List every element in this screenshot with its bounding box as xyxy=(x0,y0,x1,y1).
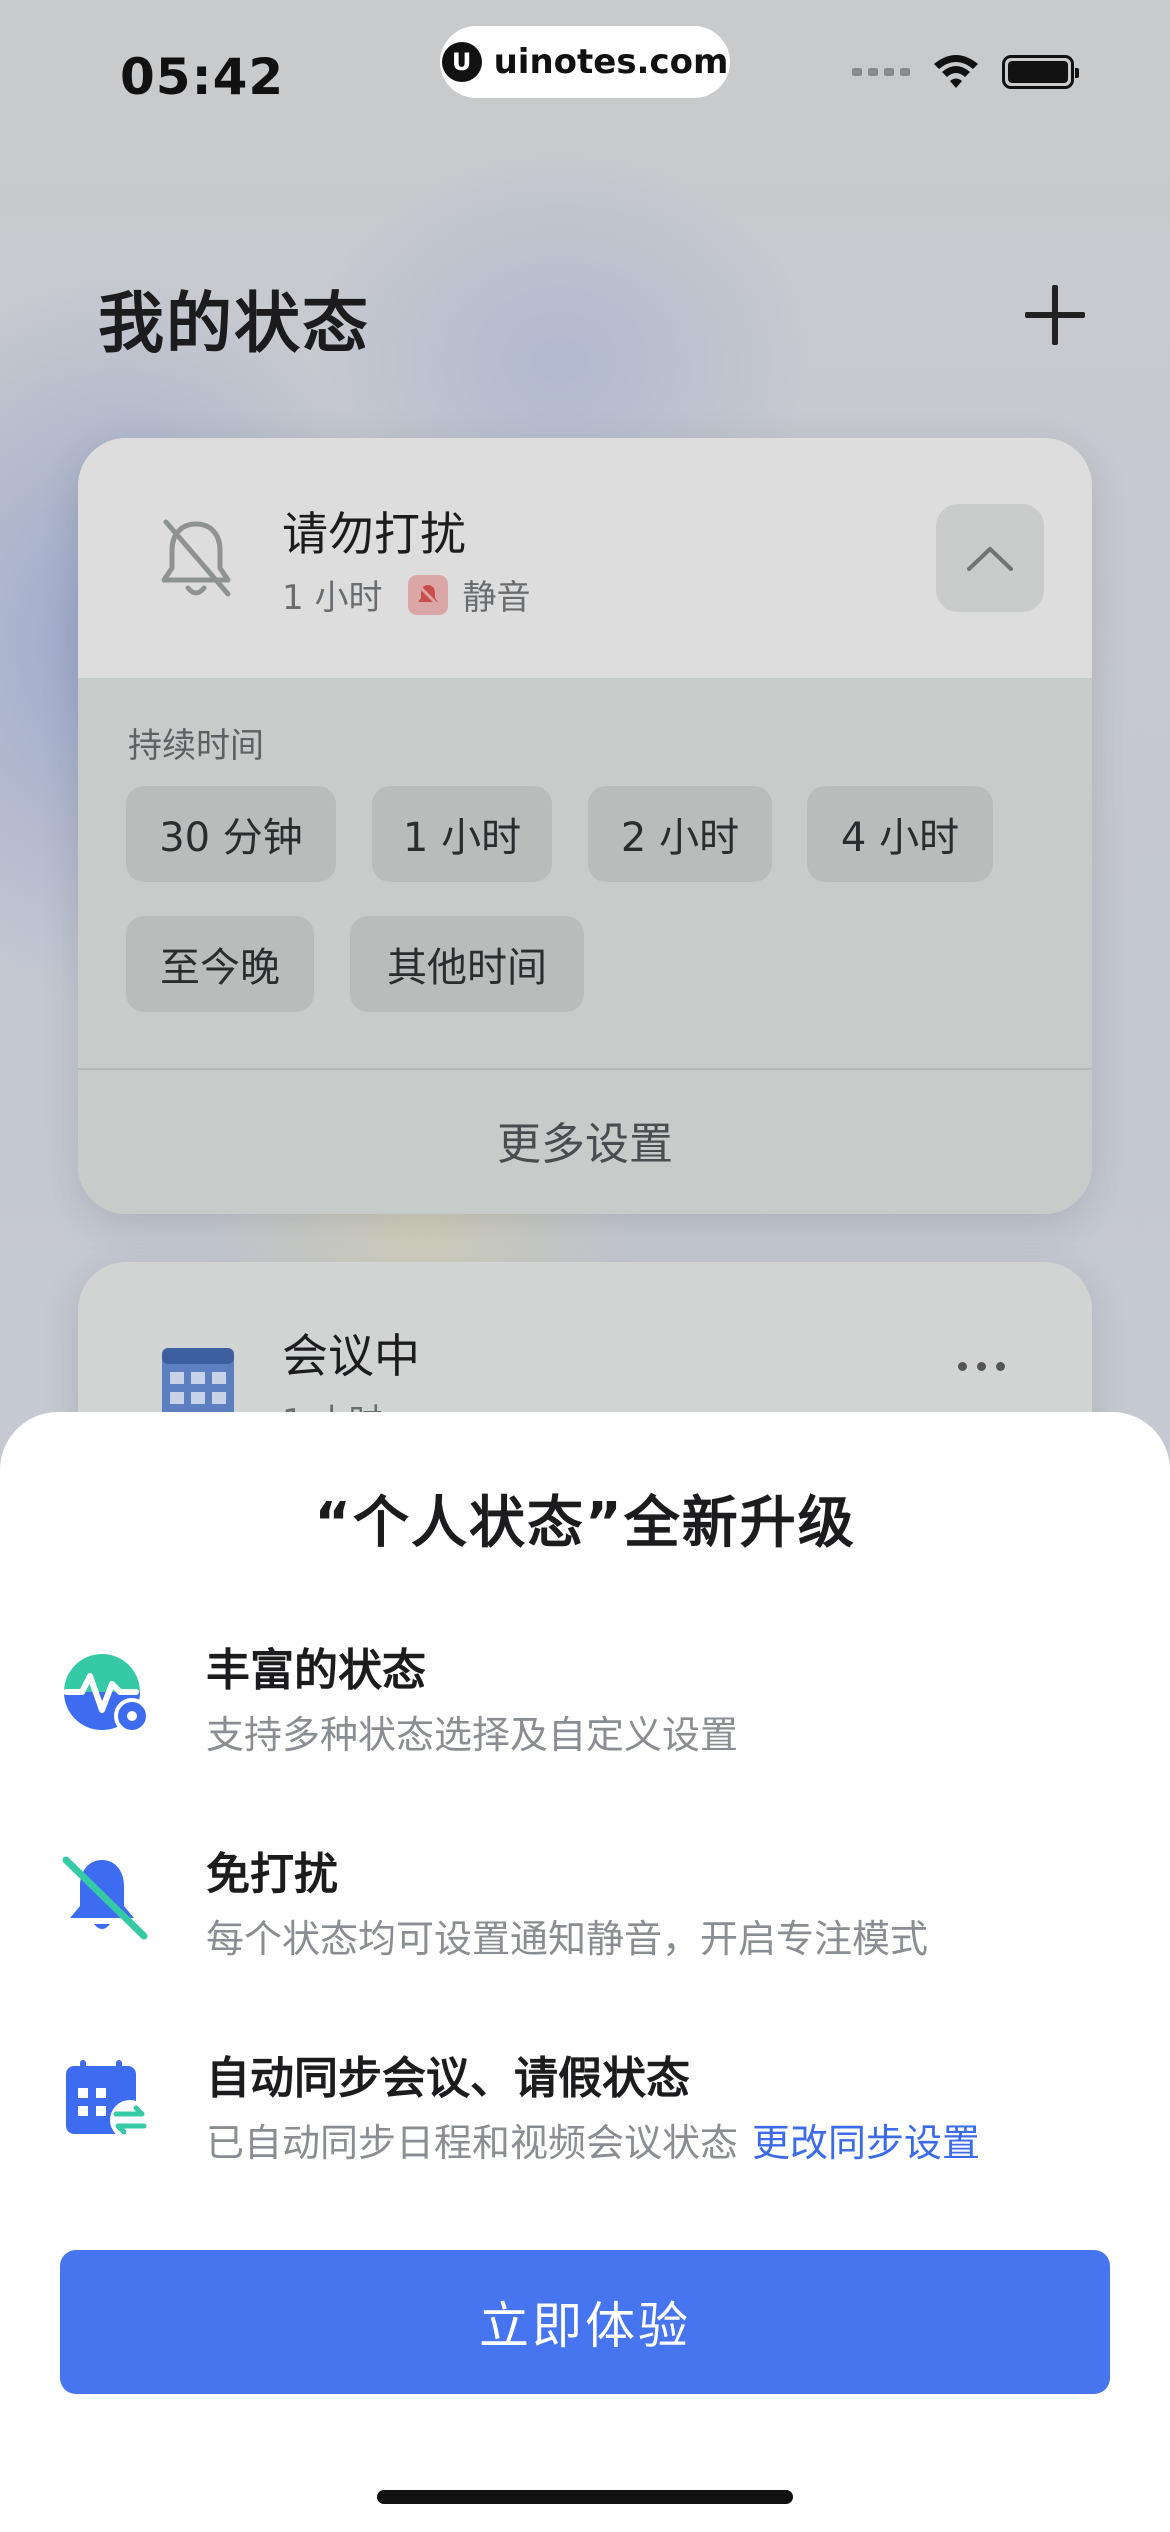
collapse-button[interactable] xyxy=(936,504,1044,612)
battery-icon xyxy=(1002,55,1079,89)
chevron-up-icon xyxy=(967,547,1013,571)
duration-section-label: 持续时间 xyxy=(128,726,264,766)
feature-desc: 支持多种状态选择及自定义设置 xyxy=(206,1713,739,1757)
feature-rich-status: 丰富的状态 支持多种状态选择及自定义设置 xyxy=(62,1634,1122,1774)
sheet-title: “个人状态”全新升级 xyxy=(314,1491,856,1556)
feature-desc: 每个状态均可设置通知静音，开启专注模式 xyxy=(206,1917,929,1961)
dnd-status-card: 请勿打扰 1 小时 静音 持续时间 30 分钟 1 小时 2 小时 4 小时 至… xyxy=(78,438,1092,1214)
feature-title: 丰富的状态 xyxy=(206,1645,426,1696)
dnd-duration: 1 小时 xyxy=(282,578,383,618)
bell-off-icon xyxy=(62,1856,148,1940)
home-indicator xyxy=(377,2490,793,2504)
page-title: 我的状态 xyxy=(98,285,370,362)
meeting-title: 会议中 xyxy=(282,1329,420,1383)
cellular-signal-icon xyxy=(852,68,910,76)
duration-option-4h[interactable]: 4 小时 xyxy=(807,786,993,882)
duration-option-1h[interactable]: 1 小时 xyxy=(372,786,552,882)
dnd-subtitle: 1 小时 静音 xyxy=(282,570,530,619)
status-pulse-icon xyxy=(63,1654,150,1734)
add-status-button[interactable] xyxy=(1020,280,1090,350)
upgrade-bottom-sheet: “个人状态”全新升级 丰富的状态 支持多种状态选择及自定义设置 免打扰 每个状态… xyxy=(0,1412,1170,2532)
mute-icon xyxy=(408,574,449,615)
dnd-card-body: 持续时间 30 分钟 1 小时 2 小时 4 小时 至今晚 其他时间 更多设置 xyxy=(78,678,1092,1214)
feature-dnd: 免打扰 每个状态均可设置通知静音，开启专注模式 xyxy=(62,1838,1122,1978)
mute-label: 静音 xyxy=(462,578,531,618)
change-sync-settings-link[interactable]: 更改同步设置 xyxy=(752,2121,980,2165)
calendar-icon xyxy=(162,1348,234,1420)
site-logo-icon: U xyxy=(441,42,482,82)
feature-title: 免打扰 xyxy=(206,1849,338,1900)
site-label: uinotes.com xyxy=(493,42,729,82)
site-badge: U uinotes.com xyxy=(440,26,730,98)
bell-off-icon xyxy=(161,519,231,597)
dnd-title: 请勿打扰 xyxy=(282,507,466,561)
calendar-sync-icon xyxy=(66,2060,150,2140)
duration-option-custom[interactable]: 其他时间 xyxy=(350,916,584,1012)
dnd-card-header[interactable]: 请勿打扰 1 小时 静音 xyxy=(78,438,1092,678)
feature-desc-text: 已自动同步日程和视频会议状态 xyxy=(206,2121,739,2165)
try-now-button[interactable]: 立即体验 xyxy=(60,2250,1110,2394)
more-options-icon[interactable] xyxy=(958,1362,1005,1371)
feature-title: 自动同步会议、请假状态 xyxy=(206,2053,690,2104)
status-icons xyxy=(852,54,1079,90)
wifi-icon xyxy=(934,55,978,88)
duration-option-tonight[interactable]: 至今晚 xyxy=(126,916,314,1012)
feature-auto-sync: 自动同步会议、请假状态 已自动同步日程和视频会议状态 更改同步设置 xyxy=(62,2042,1122,2182)
status-time: 05:42 xyxy=(120,48,285,106)
feature-desc: 已自动同步日程和视频会议状态 更改同步设置 xyxy=(206,2112,980,2167)
duration-option-30min[interactable]: 30 分钟 xyxy=(126,786,336,882)
duration-option-2h[interactable]: 2 小时 xyxy=(588,786,772,882)
divider xyxy=(78,1068,1092,1070)
more-settings-button[interactable]: 更多设置 xyxy=(78,1108,1092,1172)
